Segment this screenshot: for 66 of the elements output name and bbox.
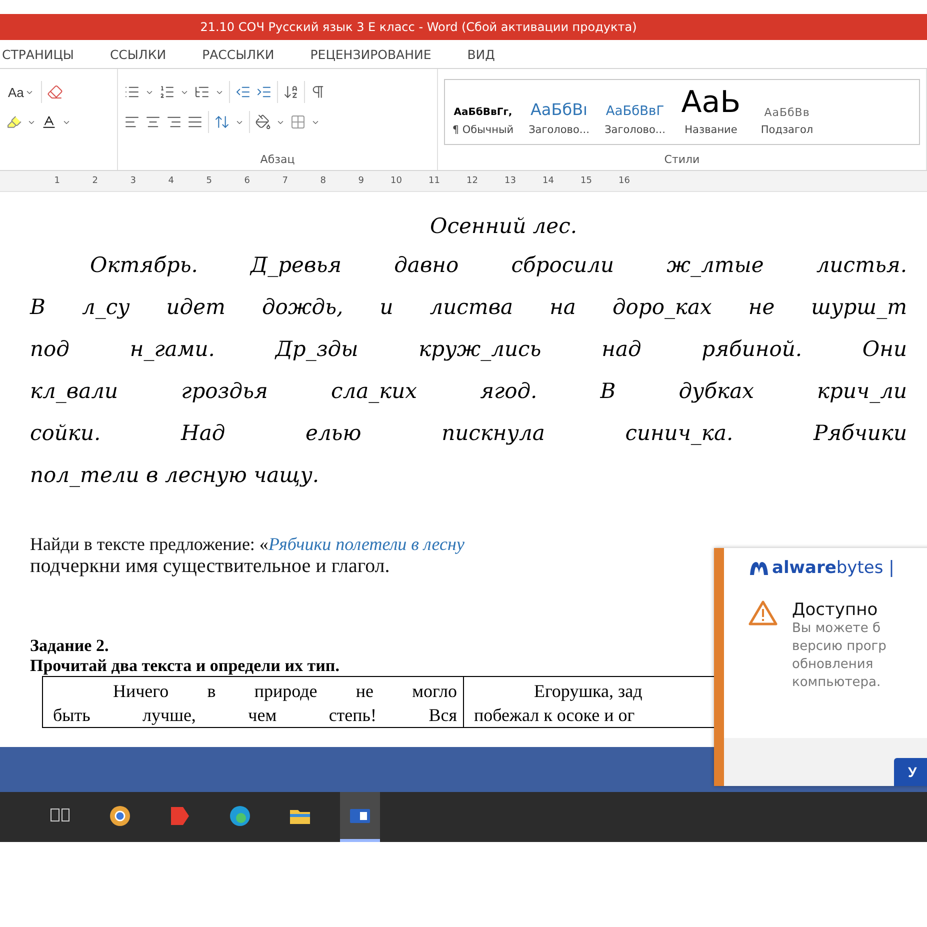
warning-icon: [748, 600, 778, 626]
pilcrow-icon[interactable]: [310, 84, 326, 100]
group-label: Стили: [664, 153, 700, 166]
text-line: В л_су идет дождь, и листва на доро_ках не шурш_т: [30, 294, 907, 321]
window-title: 21.10 СОЧ Русский язык 3 Е класс - Word (Сбой активации продукта): [200, 20, 637, 34]
text-line: кл_вали гроздья сла_ких ягод. В дубках крич_ли: [30, 378, 907, 405]
update-button[interactable]: У: [894, 758, 927, 786]
document-title: Осенний лес.: [428, 214, 578, 238]
notification-text: компьютера.: [792, 674, 882, 692]
line-spacing-icon[interactable]: [214, 114, 230, 130]
ruler-number: 1: [53, 176, 60, 186]
ruler-number: 4: [167, 176, 174, 186]
ruler-number: 3: [129, 176, 136, 186]
ruler-number: 8: [319, 176, 326, 186]
ribbon-tab[interactable]: ВИД: [467, 46, 495, 62]
ruler-number: 9: [357, 176, 364, 186]
table-text-line: Ничего в природе не могло: [112, 680, 457, 703]
ruler-number: 5: [205, 176, 212, 186]
table-text-line: Егорушка, зад: [533, 680, 644, 703]
text-line: пол_тели в лесную чащу.: [30, 462, 320, 489]
brand-name: alwarebytes |: [772, 558, 894, 578]
ruler-number: 10: [390, 176, 402, 186]
sort-icon[interactable]: [283, 84, 299, 100]
increase-indent-icon[interactable]: [256, 84, 272, 100]
justify-icon[interactable]: [187, 114, 203, 130]
ruler-number: 16: [618, 176, 630, 186]
eraser-icon[interactable]: [46, 84, 63, 100]
table-text-line: побежал к осоке и ог: [474, 704, 636, 727]
ruler-number: 2: [91, 176, 98, 186]
align-right-icon[interactable]: [166, 114, 182, 130]
notification-text: обновления: [792, 656, 874, 674]
multilevel-list-icon[interactable]: [194, 84, 210, 100]
ruler-number: 12: [466, 176, 478, 186]
ribbon-tab[interactable]: РЕЦЕНЗИРОВАНИЕ: [310, 46, 432, 62]
ribbon-tab[interactable]: РАССЫЛКИ: [202, 46, 274, 62]
ruler-number: 6: [243, 176, 250, 186]
logo-icon: [748, 560, 770, 576]
ruler-number: 15: [580, 176, 592, 186]
notification-heading: Доступно: [792, 600, 879, 620]
ruler-number: 13: [504, 176, 516, 186]
ruler-number: 14: [542, 176, 554, 186]
task-sentence: подчеркни имя существительное и глагол.: [30, 555, 390, 578]
taskbar-app-button[interactable]: [340, 792, 380, 842]
notification-text: Вы можете б: [792, 620, 882, 638]
ruler-number: 7: [281, 176, 288, 186]
decrease-indent-icon[interactable]: [235, 84, 251, 100]
text-line: Октябрь. Д_ревья давно сбросили ж_лтые листья.: [89, 252, 907, 279]
group-label: Абзац: [260, 153, 295, 166]
numbered-list-icon[interactable]: [159, 84, 175, 100]
task-instruction: Прочитай два текста и определи их тип.: [30, 656, 340, 676]
text-line: под н_гами. Др_зды круж_лись над рябиной. Они: [30, 336, 907, 363]
ruler-number: 11: [428, 176, 440, 186]
task-sentence: Найди в тексте предложение: «Рябчики полетели в лесну: [30, 534, 464, 555]
font-color-icon[interactable]: [41, 114, 57, 130]
table-text-line: быть лучше, чем степь! Вся: [53, 704, 457, 727]
shading-icon[interactable]: [255, 114, 271, 130]
change-case-button[interactable]: Aa: [6, 84, 36, 100]
ribbon-tab[interactable]: СТРАНИЦЫ: [2, 46, 74, 62]
borders-icon[interactable]: [290, 114, 306, 130]
task-heading: Задание 2.: [30, 636, 109, 656]
highlighter-icon[interactable]: [6, 114, 22, 130]
ribbon-tab[interactable]: ССЫЛКИ: [110, 46, 166, 62]
text-line: сойки. Над елью пискнула синич_ка. Рябчики: [30, 420, 907, 447]
align-center-icon[interactable]: [145, 114, 161, 130]
notification-text: версию прогр: [792, 638, 886, 656]
align-left-icon[interactable]: [124, 114, 140, 130]
